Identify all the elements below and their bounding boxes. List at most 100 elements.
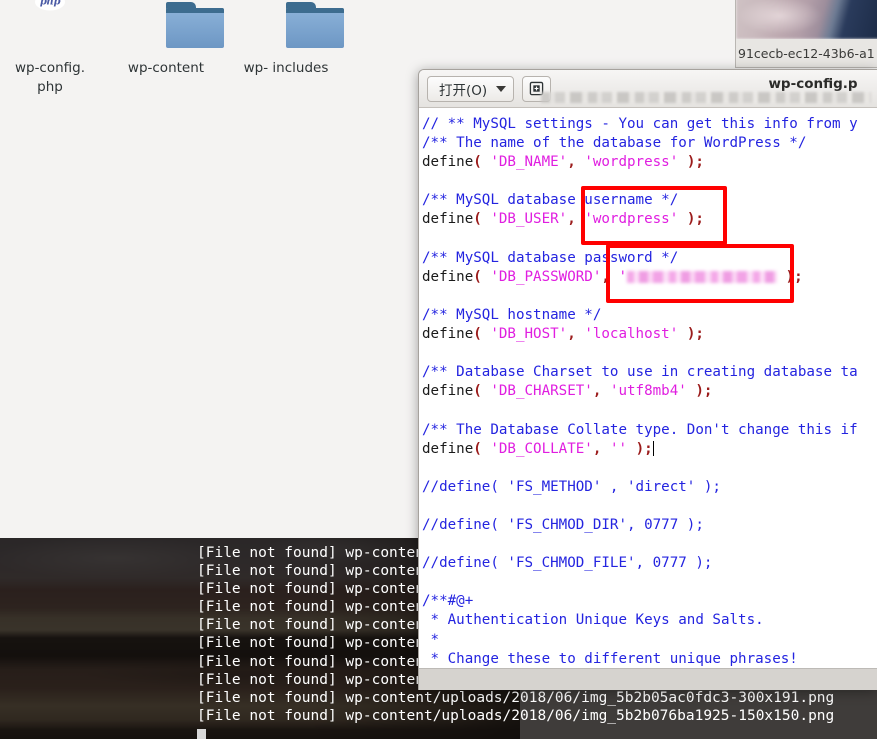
code-token: /** Database Charset to use in creating … <box>422 364 858 381</box>
code-token: , <box>567 211 576 228</box>
desktop-icon-label: wp- includes <box>243 60 329 76</box>
code-line: //define( 'FS_CHMOD_DIR', 0777 ); <box>422 516 877 535</box>
code-token: ); <box>785 268 803 285</box>
desktop-icon-wp-config-php[interactable]: php wp-config. php <box>2 0 98 97</box>
folder-icon <box>118 2 224 52</box>
code-token: 'DB_PASSWORD' <box>490 268 602 285</box>
code-token: , <box>567 154 576 171</box>
code-token: // ** MySQL settings - You can get this … <box>422 116 858 132</box>
code-line: /** MySQL database username */ <box>422 191 877 210</box>
terminal-line: [File not found] wp-content/uploads/2018… <box>197 689 835 706</box>
code-line: /** The name of the database for WordPre… <box>422 134 877 153</box>
code-line: // ** MySQL settings - You can get this … <box>422 115 877 134</box>
code-token: , <box>601 268 610 285</box>
code-token: 'DB_CHARSET' <box>490 383 593 400</box>
code-token: 'DB_USER' <box>490 211 568 228</box>
open-button[interactable]: 打开(O) <box>427 75 515 102</box>
desktop-icon-label: wp-config. php <box>14 60 86 95</box>
code-token: 'localhost' <box>584 326 679 343</box>
code-token: //define( 'FS_CHMOD_DIR', 0777 ); <box>422 516 704 533</box>
code-line: //define( 'FS_METHOD' , 'direct' ); <box>422 478 877 497</box>
code-line: /** Database Charset to use in creating … <box>422 363 877 382</box>
code-token: define <box>422 211 474 228</box>
code-token: * Change these to different unique phras… <box>422 650 798 667</box>
code-line: define( 'DB_CHARSET', 'utf8mb4' ); <box>422 382 877 401</box>
folder-icon <box>238 2 344 52</box>
code-token: ( <box>473 383 482 400</box>
code-token: ); <box>635 440 653 457</box>
code-token: 'wordpress' <box>584 154 679 171</box>
chevron-down-icon <box>496 85 507 92</box>
desktop-icon-wp-content[interactable]: wp-content <box>118 2 224 78</box>
code-token: ); <box>686 326 704 343</box>
code-line: define( 'DB_PASSWORD', ' ); <box>422 268 877 287</box>
terminal-line: [File not found] wp-content/uploads/2018… <box>197 707 835 724</box>
terminal-cursor <box>197 729 206 739</box>
code-token: /** MySQL database username */ <box>422 192 679 209</box>
code-line: /** The Database Collate type. Don't cha… <box>422 421 877 440</box>
code-line: * Authentication Unique Keys and Salts. <box>422 611 877 630</box>
code-token: /** The name of the database for WordPre… <box>422 135 807 152</box>
code-token: ' <box>618 268 628 285</box>
desktop-icon-label: wp-content <box>127 60 205 76</box>
text-cursor <box>652 440 655 456</box>
desktop: php wp-config. php wp-content wp- includ… <box>0 0 877 739</box>
code-token: /**#@+ <box>422 593 474 610</box>
editor-statusbar <box>419 668 877 690</box>
code-line: define( 'DB_COLLATE', '' ); <box>422 440 877 459</box>
code-line: define( 'DB_HOST', 'localhost' ); <box>422 325 877 344</box>
desktop-icon-wp-includes[interactable]: wp- includes <box>238 2 344 78</box>
code-token: define <box>422 440 474 457</box>
code-token: ); <box>686 211 704 228</box>
code-token: 'DB_HOST' <box>490 326 568 343</box>
code-token: //define( 'FS_METHOD' , 'direct' ); <box>422 478 721 495</box>
php-file-icon: php <box>2 0 98 52</box>
code-token: ( <box>473 326 482 343</box>
editor-titlebar: 打开(O) wp-config.p <box>419 70 877 108</box>
code-token: /** The Database Collate type. Don't cha… <box>422 421 858 438</box>
code-line: define( 'DB_USER', 'wordpress' ); <box>422 210 877 229</box>
code-token: * Authentication Unique Keys and Salts. <box>422 612 764 629</box>
code-token: define <box>422 383 474 400</box>
code-token: '' <box>609 440 628 457</box>
code-token: 'utf8mb4' <box>609 383 687 400</box>
code-line: /** MySQL hostname */ <box>422 306 877 325</box>
open-button-label: 打开(O) <box>439 82 488 99</box>
text-editor-window[interactable]: 打开(O) wp-config.p // ** MySQL settings -… <box>418 69 877 690</box>
code-token: define <box>422 154 474 171</box>
code-token: ( <box>473 268 482 285</box>
code-line: * <box>422 631 877 650</box>
code-token: //define( 'FS_CHMOD_FILE', 0777 ); <box>422 555 713 572</box>
code-line: define( 'DB_NAME', 'wordpress' ); <box>422 153 877 172</box>
code-token: /** MySQL hostname */ <box>422 306 602 323</box>
code-token: , <box>567 326 576 343</box>
code-token: 'DB_NAME' <box>490 154 568 171</box>
code-token: ); <box>695 383 713 400</box>
editor-path-redacted <box>541 92 871 103</box>
code-token: define <box>422 326 474 343</box>
code-token: 'wordpress' <box>584 211 679 228</box>
code-token: ( <box>473 440 482 457</box>
image-viewer-window[interactable]: 91cecb-ec12-43b6-a1 <box>735 0 877 68</box>
code-line: /** MySQL database password */ <box>422 249 877 268</box>
code-token: /** MySQL database password */ <box>422 249 679 266</box>
code-line: //define( 'FS_CHMOD_FILE', 0777 ); <box>422 554 877 573</box>
viewer-photo <box>736 0 877 39</box>
code-line: * Change these to different unique phras… <box>422 650 877 668</box>
viewer-filename: 91cecb-ec12-43b6-a1 <box>736 39 877 67</box>
code-editor-area[interactable]: // ** MySQL settings - You can get this … <box>419 108 877 668</box>
